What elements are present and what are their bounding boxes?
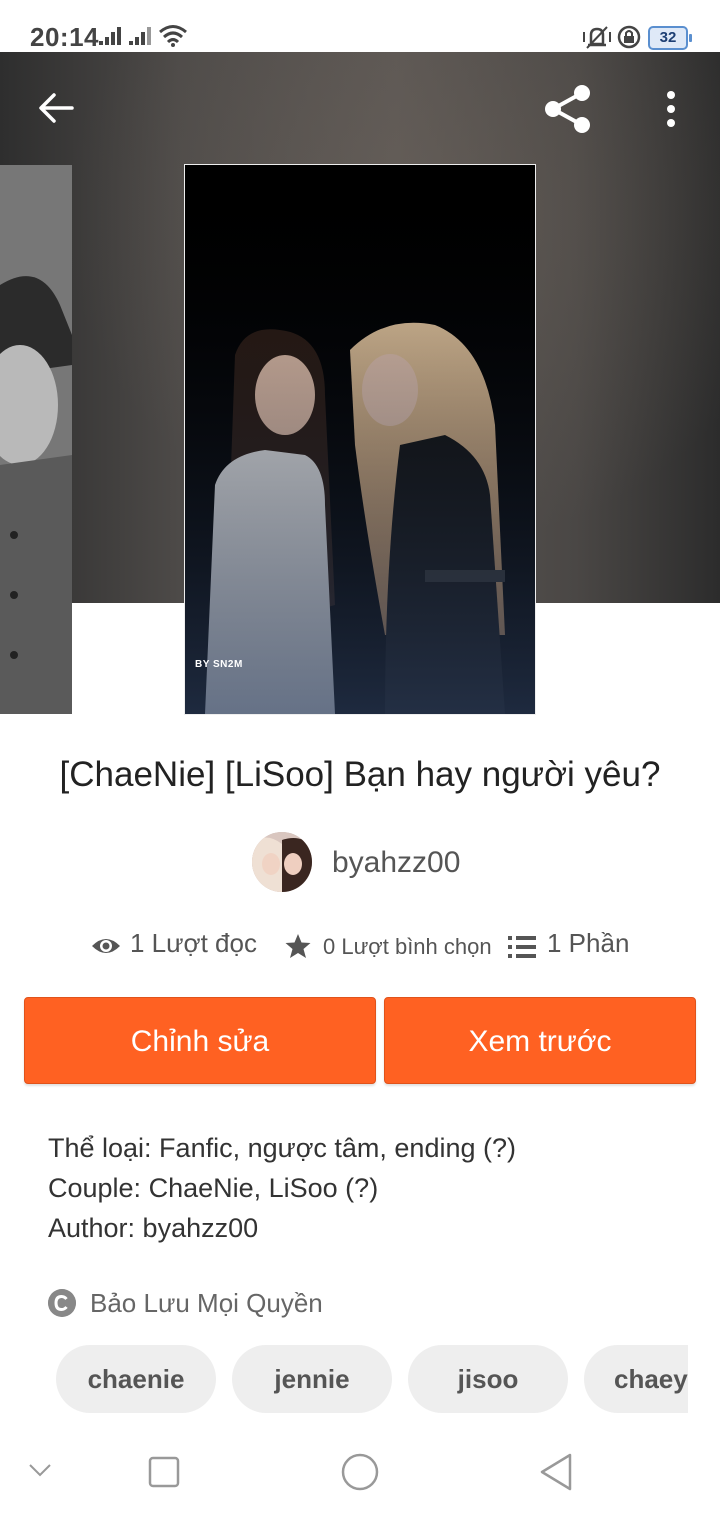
stat-votes: 0 Lượt bình chọn bbox=[323, 934, 492, 959]
status-time: 20:14 bbox=[30, 22, 99, 52]
battery-indicator: 32 bbox=[648, 26, 692, 50]
back-arrow-icon[interactable] bbox=[36, 88, 76, 128]
author-avatar[interactable] bbox=[252, 832, 312, 892]
avatar-image bbox=[252, 832, 312, 892]
stat-reads: 1 Lượt đọc bbox=[130, 928, 257, 958]
cover-watermark: BY SN2M bbox=[195, 659, 243, 670]
author-name[interactable]: byahzz00 bbox=[332, 846, 460, 880]
preview-button[interactable]: Xem trước bbox=[384, 997, 696, 1084]
back-icon[interactable] bbox=[538, 1452, 574, 1492]
eye-icon bbox=[92, 939, 120, 953]
system-navigation-bar bbox=[0, 1430, 720, 1520]
tag-list: chaenie jennie jisoo chaey bbox=[56, 1345, 688, 1413]
tag-chip[interactable]: jisoo bbox=[408, 1345, 568, 1413]
cover-image bbox=[0, 165, 72, 714]
tag-chip[interactable]: chaenie bbox=[56, 1345, 216, 1413]
tag-chip[interactable]: chaey bbox=[584, 1345, 688, 1413]
cellular-signal-icon bbox=[99, 27, 121, 45]
story-title: [ChaeNie] [LiSoo] Bạn hay người yêu? bbox=[59, 755, 661, 794]
previous-story-cover[interactable] bbox=[0, 165, 72, 714]
copyright-icon bbox=[48, 1289, 76, 1317]
description-line: Author: byahzz00 bbox=[48, 1213, 259, 1243]
tag-chip[interactable]: jennie bbox=[232, 1345, 392, 1413]
wifi-icon bbox=[159, 25, 187, 47]
copyright-label: Bảo Lưu Mọi Quyền bbox=[90, 1288, 323, 1318]
star-icon bbox=[285, 934, 311, 958]
cellular-signal-2-icon bbox=[129, 27, 151, 45]
rotation-lock-icon bbox=[617, 25, 641, 49]
vibrate-mode-icon bbox=[583, 26, 611, 49]
share-icon[interactable] bbox=[542, 84, 594, 134]
stat-parts: 1 Phần bbox=[547, 928, 630, 958]
home-icon[interactable] bbox=[340, 1452, 380, 1492]
edit-button[interactable]: Chỉnh sửa bbox=[24, 997, 376, 1084]
story-cover[interactable]: BY SN2M bbox=[185, 165, 535, 714]
recent-apps-icon[interactable] bbox=[148, 1456, 180, 1488]
description-line: Couple: ChaeNie, LiSoo (?) bbox=[48, 1173, 379, 1203]
more-vertical-icon[interactable] bbox=[664, 90, 678, 128]
list-icon bbox=[508, 936, 536, 958]
description-line: Thể loại: Fanfic, ngược tâm, ending (?) bbox=[48, 1133, 516, 1163]
story-description: Thể loại: Fanfic, ngược tâm, ending (?) … bbox=[48, 1128, 516, 1248]
cover-image bbox=[185, 165, 535, 714]
chevron-down-icon[interactable] bbox=[28, 1462, 52, 1478]
